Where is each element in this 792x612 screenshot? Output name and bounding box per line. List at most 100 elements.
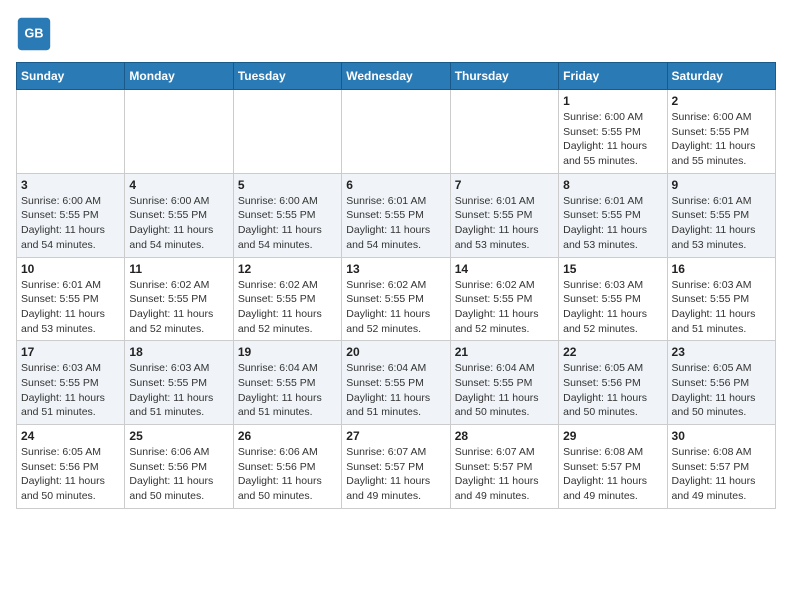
- day-number: 30: [672, 429, 771, 443]
- day-number: 16: [672, 262, 771, 276]
- day-info: Sunrise: 6:00 AM Sunset: 5:55 PM Dayligh…: [21, 194, 120, 253]
- calendar-cell: 2 Sunrise: 6:00 AM Sunset: 5:55 PM Daylig…: [667, 90, 775, 174]
- day-info: Sunrise: 6:00 AM Sunset: 5:55 PM Dayligh…: [563, 110, 662, 169]
- calendar-cell: 6 Sunrise: 6:01 AM Sunset: 5:55 PM Daylig…: [342, 173, 450, 257]
- calendar-cell: [342, 90, 450, 174]
- day-info: Sunrise: 6:08 AM Sunset: 5:57 PM Dayligh…: [563, 445, 662, 504]
- day-info: Sunrise: 6:05 AM Sunset: 5:56 PM Dayligh…: [563, 361, 662, 420]
- day-info: Sunrise: 6:01 AM Sunset: 5:55 PM Dayligh…: [563, 194, 662, 253]
- day-number: 26: [238, 429, 337, 443]
- day-number: 1: [563, 94, 662, 108]
- calendar-cell: 9 Sunrise: 6:01 AM Sunset: 5:55 PM Daylig…: [667, 173, 775, 257]
- calendar-cell: 28Sunrise: 6:07 AM Sunset: 5:57 PM Dayli…: [450, 425, 558, 509]
- logo: GB: [16, 16, 56, 52]
- day-info: Sunrise: 6:01 AM Sunset: 5:55 PM Dayligh…: [455, 194, 554, 253]
- day-number: 25: [129, 429, 228, 443]
- header-cell-wednesday: Wednesday: [342, 63, 450, 90]
- calendar-cell: 1 Sunrise: 6:00 AM Sunset: 5:55 PM Daylig…: [559, 90, 667, 174]
- day-number: 29: [563, 429, 662, 443]
- day-info: Sunrise: 6:02 AM Sunset: 5:55 PM Dayligh…: [238, 278, 337, 337]
- calendar-cell: 3 Sunrise: 6:00 AM Sunset: 5:55 PM Daylig…: [17, 173, 125, 257]
- day-number: 8: [563, 178, 662, 192]
- day-number: 2: [672, 94, 771, 108]
- calendar-cell: 5 Sunrise: 6:00 AM Sunset: 5:55 PM Daylig…: [233, 173, 341, 257]
- calendar-cell: 17 Sunrise: 6:03 AM Sunset: 5:55 PM Dayli…: [17, 341, 125, 425]
- header-cell-thursday: Thursday: [450, 63, 558, 90]
- calendar-week-3: 17 Sunrise: 6:03 AM Sunset: 5:55 PM Dayli…: [17, 341, 776, 425]
- header-cell-sunday: Sunday: [17, 63, 125, 90]
- calendar-cell: [17, 90, 125, 174]
- day-info: Sunrise: 6:00 AM Sunset: 5:55 PM Dayligh…: [238, 194, 337, 253]
- day-info: Sunrise: 6:06 AM Sunset: 5:56 PM Dayligh…: [238, 445, 337, 504]
- svg-text:GB: GB: [25, 27, 44, 41]
- day-number: 13: [346, 262, 445, 276]
- header-cell-monday: Monday: [125, 63, 233, 90]
- day-number: 28: [455, 429, 554, 443]
- day-info: Sunrise: 6:01 AM Sunset: 5:55 PM Dayligh…: [346, 194, 445, 253]
- day-number: 17: [21, 345, 120, 359]
- day-number: 10: [21, 262, 120, 276]
- day-number: 23: [672, 345, 771, 359]
- day-info: Sunrise: 6:05 AM Sunset: 5:56 PM Dayligh…: [21, 445, 120, 504]
- calendar-cell: 27 Sunrise: 6:07 AM Sunset: 5:57 PM Dayli…: [342, 425, 450, 509]
- calendar-cell: 30 Sunrise: 6:08 AM Sunset: 5:57 PM Dayli…: [667, 425, 775, 509]
- day-number: 24: [21, 429, 120, 443]
- day-info: Sunrise: 6:00 AM Sunset: 5:55 PM Dayligh…: [129, 194, 228, 253]
- calendar-cell: 20Sunrise: 6:04 AM Sunset: 5:55 PM Dayli…: [342, 341, 450, 425]
- calendar-cell: 12 Sunrise: 6:02 AM Sunset: 5:55 PM Dayli…: [233, 257, 341, 341]
- day-info: Sunrise: 6:03 AM Sunset: 5:55 PM Dayligh…: [672, 278, 771, 337]
- calendar-cell: [233, 90, 341, 174]
- calendar-cell: 21 Sunrise: 6:04 AM Sunset: 5:55 PM Dayli…: [450, 341, 558, 425]
- calendar-cell: 7 Sunrise: 6:01 AM Sunset: 5:55 PM Daylig…: [450, 173, 558, 257]
- calendar-cell: 24 Sunrise: 6:05 AM Sunset: 5:56 PM Dayli…: [17, 425, 125, 509]
- day-info: Sunrise: 6:07 AM Sunset: 5:57 PM Dayligh…: [346, 445, 445, 504]
- day-number: 6: [346, 178, 445, 192]
- logo-icon: GB: [16, 16, 52, 52]
- day-info: Sunrise: 6:02 AM Sunset: 5:55 PM Dayligh…: [455, 278, 554, 337]
- calendar-cell: 19Sunrise: 6:04 AM Sunset: 5:55 PM Dayli…: [233, 341, 341, 425]
- day-number: 18: [129, 345, 228, 359]
- day-number: 14: [455, 262, 554, 276]
- calendar-week-4: 24 Sunrise: 6:05 AM Sunset: 5:56 PM Dayli…: [17, 425, 776, 509]
- day-number: 15: [563, 262, 662, 276]
- calendar-cell: 26 Sunrise: 6:06 AM Sunset: 5:56 PM Dayli…: [233, 425, 341, 509]
- day-info: Sunrise: 6:02 AM Sunset: 5:55 PM Dayligh…: [129, 278, 228, 337]
- calendar-cell: 15 Sunrise: 6:03 AM Sunset: 5:55 PM Dayli…: [559, 257, 667, 341]
- header-cell-friday: Friday: [559, 63, 667, 90]
- day-number: 5: [238, 178, 337, 192]
- day-number: 21: [455, 345, 554, 359]
- day-info: Sunrise: 6:00 AM Sunset: 5:55 PM Dayligh…: [672, 110, 771, 169]
- day-number: 27: [346, 429, 445, 443]
- day-number: 9: [672, 178, 771, 192]
- day-info: Sunrise: 6:01 AM Sunset: 5:55 PM Dayligh…: [672, 194, 771, 253]
- day-info: Sunrise: 6:04 AM Sunset: 5:55 PM Dayligh…: [455, 361, 554, 420]
- day-number: 20: [346, 345, 445, 359]
- day-number: 12: [238, 262, 337, 276]
- calendar-cell: [450, 90, 558, 174]
- calendar-week-1: 3 Sunrise: 6:00 AM Sunset: 5:55 PM Daylig…: [17, 173, 776, 257]
- calendar-body: 1 Sunrise: 6:00 AM Sunset: 5:55 PM Daylig…: [17, 90, 776, 509]
- day-number: 4: [129, 178, 228, 192]
- calendar-week-2: 10Sunrise: 6:01 AM Sunset: 5:55 PM Dayli…: [17, 257, 776, 341]
- calendar-cell: 13 Sunrise: 6:02 AM Sunset: 5:55 PM Dayli…: [342, 257, 450, 341]
- page-header: GB: [16, 16, 776, 52]
- day-number: 3: [21, 178, 120, 192]
- calendar-header: SundayMondayTuesdayWednesdayThursdayFrid…: [17, 63, 776, 90]
- calendar-cell: 23 Sunrise: 6:05 AM Sunset: 5:56 PM Dayli…: [667, 341, 775, 425]
- day-number: 7: [455, 178, 554, 192]
- calendar-cell: 22Sunrise: 6:05 AM Sunset: 5:56 PM Dayli…: [559, 341, 667, 425]
- calendar-cell: 8 Sunrise: 6:01 AM Sunset: 5:55 PM Daylig…: [559, 173, 667, 257]
- calendar-cell: 14 Sunrise: 6:02 AM Sunset: 5:55 PM Dayli…: [450, 257, 558, 341]
- header-row: SundayMondayTuesdayWednesdayThursdayFrid…: [17, 63, 776, 90]
- day-info: Sunrise: 6:08 AM Sunset: 5:57 PM Dayligh…: [672, 445, 771, 504]
- calendar-cell: [125, 90, 233, 174]
- calendar-cell: 10Sunrise: 6:01 AM Sunset: 5:55 PM Dayli…: [17, 257, 125, 341]
- calendar-cell: 16 Sunrise: 6:03 AM Sunset: 5:55 PM Dayli…: [667, 257, 775, 341]
- day-info: Sunrise: 6:03 AM Sunset: 5:55 PM Dayligh…: [21, 361, 120, 420]
- day-info: Sunrise: 6:05 AM Sunset: 5:56 PM Dayligh…: [672, 361, 771, 420]
- day-info: Sunrise: 6:03 AM Sunset: 5:55 PM Dayligh…: [563, 278, 662, 337]
- day-number: 11: [129, 262, 228, 276]
- header-cell-saturday: Saturday: [667, 63, 775, 90]
- day-info: Sunrise: 6:02 AM Sunset: 5:55 PM Dayligh…: [346, 278, 445, 337]
- day-info: Sunrise: 6:04 AM Sunset: 5:55 PM Dayligh…: [238, 361, 337, 420]
